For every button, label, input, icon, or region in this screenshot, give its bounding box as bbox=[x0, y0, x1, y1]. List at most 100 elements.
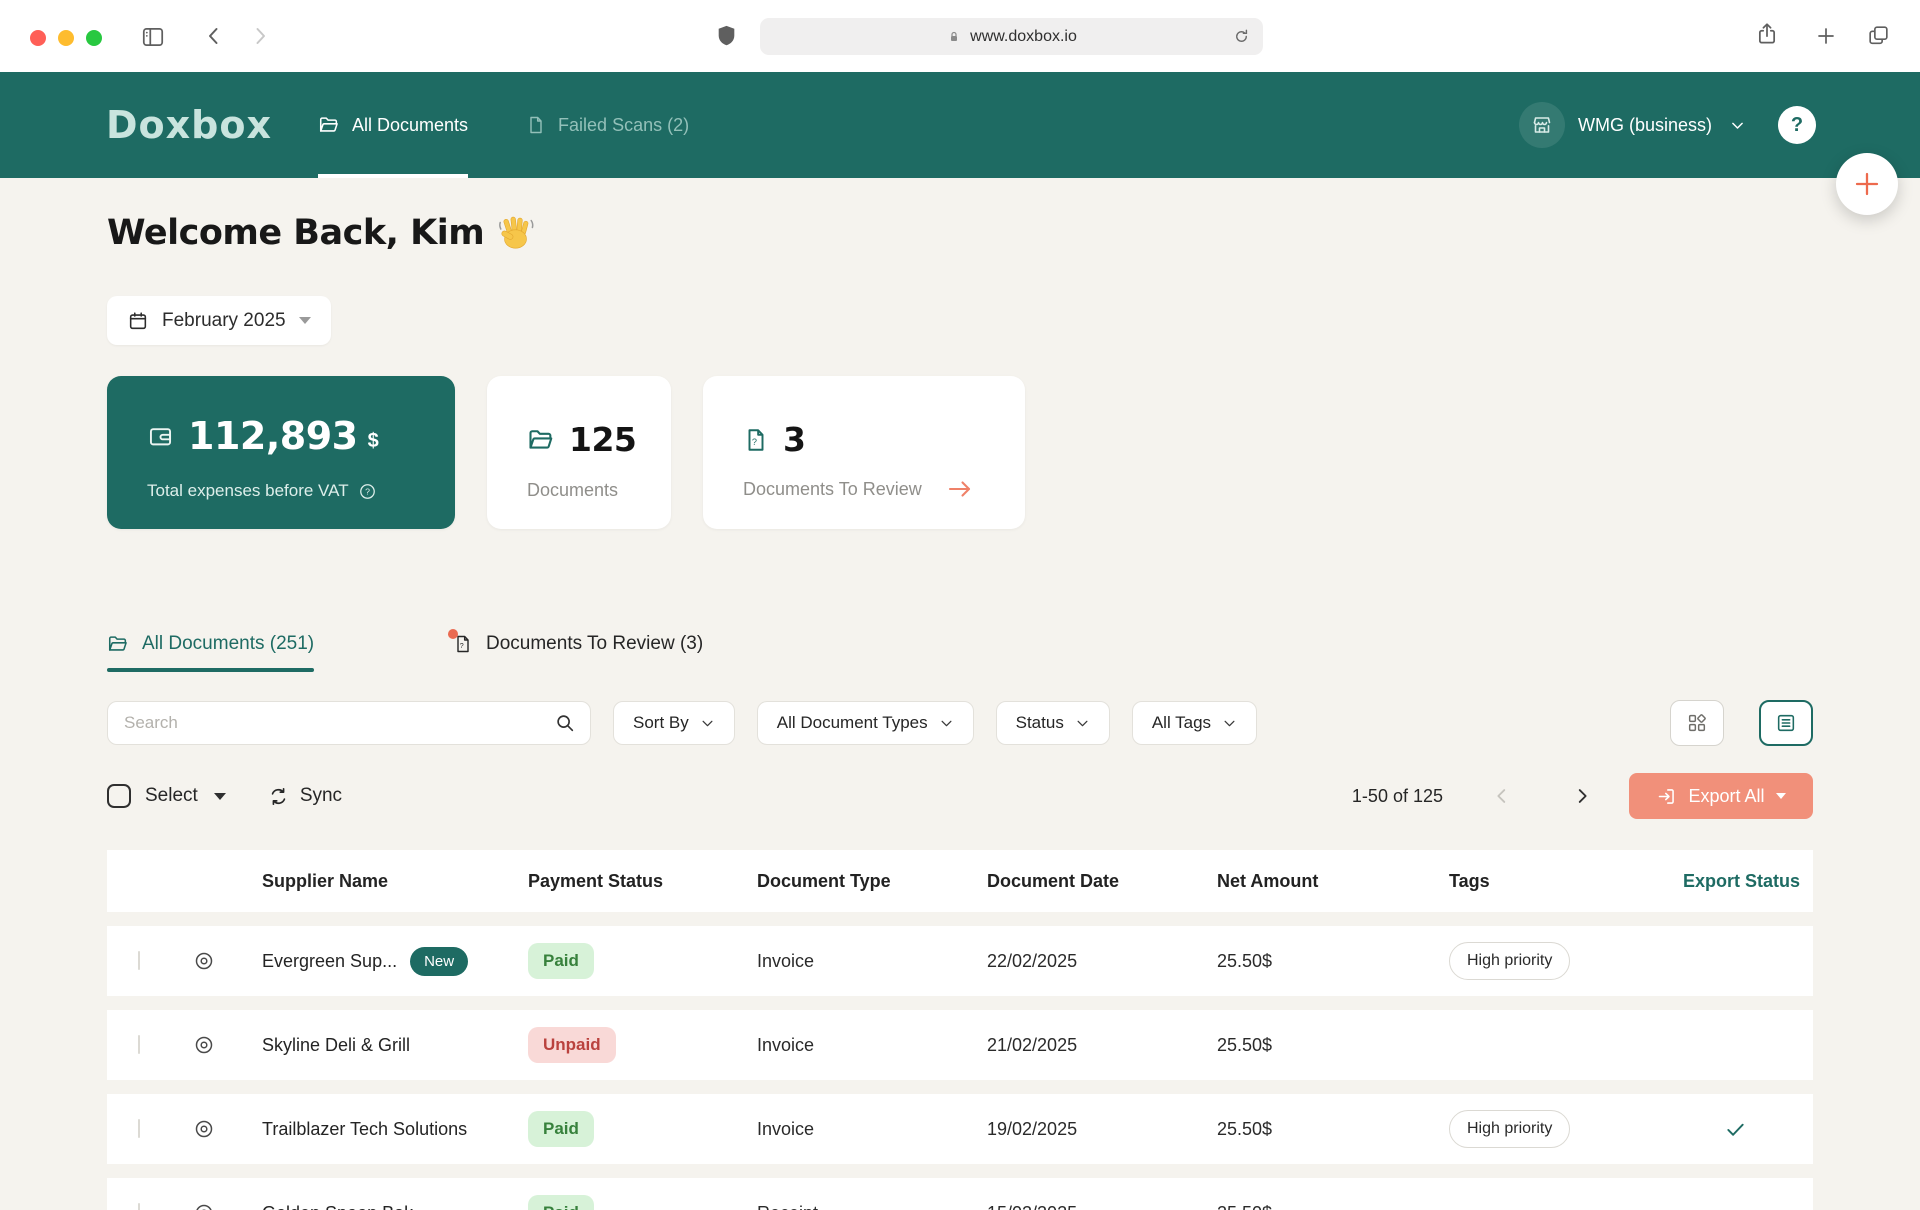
sync-button[interactable]: Sync bbox=[268, 785, 342, 807]
supplier-name: Trailblazer Tech Solutions bbox=[262, 1119, 467, 1140]
failed-doc-icon bbox=[526, 114, 546, 136]
export-all-button[interactable]: Export All bbox=[1629, 773, 1813, 819]
svg-text:?: ? bbox=[365, 486, 370, 496]
status-dropdown[interactable]: Status bbox=[996, 701, 1110, 745]
next-page-icon[interactable] bbox=[1571, 785, 1593, 807]
add-document-fab[interactable] bbox=[1836, 153, 1898, 215]
sync-label: Sync bbox=[300, 785, 342, 807]
grid-view-button[interactable] bbox=[1670, 700, 1724, 746]
workspace-selector[interactable]: WMG (business) bbox=[1519, 72, 1746, 178]
sort-by-dropdown[interactable]: Sort By bbox=[613, 701, 735, 745]
document-date: 21/02/2025 bbox=[987, 1035, 1217, 1056]
back-icon[interactable] bbox=[202, 24, 226, 48]
net-amount: 25.50$ bbox=[1217, 1203, 1449, 1210]
refresh-icon[interactable] bbox=[1232, 27, 1251, 46]
chevron-down-icon bbox=[1222, 716, 1237, 731]
total-expenses-label: Total expenses before VAT bbox=[147, 481, 349, 501]
tab-all-documents[interactable]: All Documents (251) bbox=[107, 616, 314, 672]
lock-icon bbox=[946, 29, 962, 45]
supplier-name: Evergreen Sup... bbox=[262, 951, 397, 972]
document-type: Invoice bbox=[757, 1119, 987, 1140]
select-all-checkbox[interactable] bbox=[107, 784, 131, 808]
documents-to-review-label: Documents To Review bbox=[743, 479, 922, 500]
search-input[interactable] bbox=[107, 701, 591, 745]
column-net-amount: Net Amount bbox=[1217, 871, 1449, 892]
tag-pill: High priority bbox=[1449, 1110, 1570, 1148]
calendar-icon bbox=[127, 310, 149, 332]
row-checkbox[interactable] bbox=[138, 1119, 140, 1138]
sidebar-toggle-icon[interactable] bbox=[140, 24, 166, 50]
arrow-right-icon[interactable] bbox=[945, 477, 975, 501]
minimize-window-button[interactable] bbox=[58, 30, 74, 46]
privacy-shield-icon[interactable] bbox=[714, 23, 739, 48]
payment-status-pill: Paid bbox=[528, 943, 594, 979]
prev-page-icon[interactable] bbox=[1491, 785, 1513, 807]
table-row[interactable]: Evergreen Sup... New Paid Invoice 22/02/… bbox=[107, 926, 1813, 996]
waving-hand-icon bbox=[496, 213, 536, 253]
select-dropdown[interactable]: Select bbox=[107, 784, 226, 808]
dropdown-label: Sort By bbox=[633, 713, 689, 733]
table-row[interactable]: Trailblazer Tech Solutions Paid Invoice … bbox=[107, 1094, 1813, 1164]
table-row[interactable]: Skyline Deli & Grill Unpaid Invoice 21/0… bbox=[107, 1010, 1813, 1080]
folder-open-icon bbox=[527, 426, 555, 454]
table-header: Supplier Name Payment Status Document Ty… bbox=[107, 850, 1813, 912]
documents-to-review-card[interactable]: ? 3 Documents To Review bbox=[703, 376, 1025, 529]
net-amount: 25.50$ bbox=[1217, 1119, 1449, 1140]
list-view-button[interactable] bbox=[1759, 700, 1813, 746]
preview-icon[interactable] bbox=[192, 949, 216, 973]
document-date: 15/02/2025 bbox=[987, 1203, 1217, 1210]
tab-overview-icon[interactable] bbox=[1866, 23, 1891, 48]
caret-down-icon bbox=[299, 317, 311, 324]
table-row[interactable]: Golden Spoon Bak... Paid Receipt 15/02/2… bbox=[107, 1178, 1813, 1210]
nav-all-documents[interactable]: All Documents bbox=[318, 72, 468, 178]
documents-to-review-value: 3 bbox=[783, 420, 805, 459]
main-nav: All Documents Failed Scans (2) bbox=[318, 72, 689, 178]
caret-down-icon bbox=[214, 793, 226, 800]
dropdown-label: All Tags bbox=[1152, 713, 1211, 733]
welcome-header: Welcome Back, Kim bbox=[107, 213, 536, 253]
chevron-down-icon bbox=[1729, 117, 1746, 134]
chevron-down-icon bbox=[700, 716, 715, 731]
net-amount: 25.50$ bbox=[1217, 1035, 1449, 1056]
folder-open-icon bbox=[107, 633, 129, 655]
info-question-icon[interactable]: ? bbox=[358, 482, 377, 501]
sync-icon bbox=[268, 786, 289, 807]
preview-icon[interactable] bbox=[192, 1117, 216, 1141]
row-checkbox[interactable] bbox=[138, 1203, 140, 1210]
row-checkbox[interactable] bbox=[138, 1035, 140, 1054]
forward-icon[interactable] bbox=[248, 24, 272, 48]
doc-question-icon: ? bbox=[453, 633, 473, 655]
svg-text:?: ? bbox=[460, 642, 464, 650]
table-toolbar: Select Sync 1-50 of 125 Export All bbox=[107, 773, 1813, 819]
export-label: Export All bbox=[1688, 786, 1764, 807]
documents-count-value: 125 bbox=[569, 420, 636, 459]
document-date: 22/02/2025 bbox=[987, 951, 1217, 972]
address-bar[interactable]: www.doxbox.io bbox=[760, 18, 1263, 55]
row-checkbox[interactable] bbox=[138, 951, 140, 970]
nav-failed-scans[interactable]: Failed Scans (2) bbox=[526, 72, 689, 178]
document-types-dropdown[interactable]: All Document Types bbox=[757, 701, 974, 745]
browser-chrome: www.doxbox.io bbox=[0, 0, 1920, 72]
tags-dropdown[interactable]: All Tags bbox=[1132, 701, 1257, 745]
document-tabs: All Documents (251) ? Documents To Revie… bbox=[0, 616, 1920, 672]
new-badge: New bbox=[410, 947, 468, 976]
zoom-window-button[interactable] bbox=[86, 30, 102, 46]
page-title: Welcome Back, Kim bbox=[107, 213, 484, 253]
plus-icon bbox=[1851, 168, 1883, 200]
chevron-down-icon bbox=[939, 716, 954, 731]
close-window-button[interactable] bbox=[30, 30, 46, 46]
help-button[interactable]: ? bbox=[1778, 106, 1816, 144]
doxbox-logo[interactable]: Doxbox bbox=[106, 103, 272, 147]
share-icon[interactable] bbox=[1754, 21, 1780, 47]
tab-label: Documents To Review (3) bbox=[486, 633, 703, 655]
export-icon bbox=[1656, 786, 1677, 807]
new-tab-icon[interactable] bbox=[1814, 24, 1838, 48]
documents-count-label: Documents bbox=[527, 480, 618, 501]
app-header: Doxbox All Documents Failed Scans (2) WM… bbox=[0, 72, 1920, 178]
month-selector[interactable]: February 2025 bbox=[107, 296, 331, 345]
preview-icon[interactable] bbox=[192, 1201, 216, 1210]
storefront-icon bbox=[1519, 102, 1565, 148]
doxbox-app: www.doxbox.io Doxbox All Documents bbox=[0, 0, 1920, 1210]
preview-icon[interactable] bbox=[192, 1033, 216, 1057]
tab-documents-to-review[interactable]: ? Documents To Review (3) bbox=[453, 616, 703, 672]
